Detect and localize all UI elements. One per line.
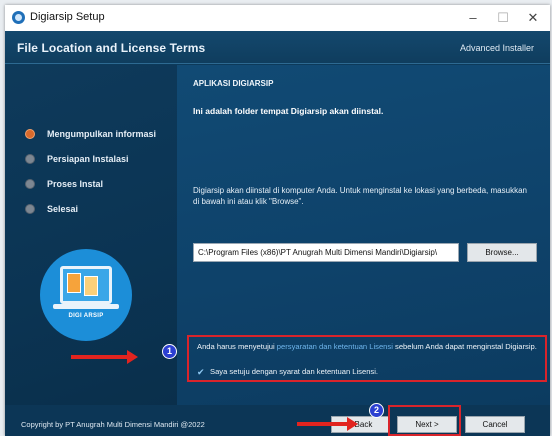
annotation-arrow-2-icon — [297, 417, 358, 431]
digiarsip-logo: DIGI ARSIP — [40, 249, 132, 341]
annotation-arrow-1-icon — [71, 350, 138, 364]
wizard-header: File Location and License Terms Advanced… — [5, 31, 550, 64]
agree-label[interactable]: Saya setuju dengan syarat dan ketentuan … — [210, 367, 378, 376]
document-icon — [67, 273, 81, 293]
cancel-button[interactable]: Cancel — [465, 416, 525, 433]
wizard-sidebar: Mengumpulkan informasi Persiapan Instala… — [5, 65, 177, 405]
copyright-text: Copyright by PT Anugrah Multi Dimensi Ma… — [21, 420, 205, 429]
step-label: Selesai — [47, 204, 79, 214]
step-label: Persiapan Instalasi — [47, 154, 129, 164]
wizard-main: APLIKASI DIGIARSIP Ini adalah folder tem… — [177, 65, 550, 405]
laptop-base-icon — [53, 304, 119, 309]
browse-button[interactable]: Browse... — [467, 243, 537, 262]
license-terms-link[interactable]: persyaratan dan ketentuan Lisensi — [277, 342, 393, 351]
section-subheading: Ini adalah folder tempat Digiarsip akan … — [193, 106, 384, 116]
page-title: File Location and License Terms — [17, 41, 206, 55]
step-dot-icon — [25, 154, 35, 164]
step-dot-icon — [25, 179, 35, 189]
wizard-footer: Copyright by PT Anugrah Multi Dimensi Ma… — [5, 405, 550, 436]
license-highlight-box: Anda harus menyetujui persyaratan dan ke… — [187, 335, 547, 382]
step-label: Proses Instal — [47, 179, 104, 189]
next-highlight-box — [388, 405, 461, 436]
logo-text: DIGI ARSIP — [68, 313, 104, 319]
license-notice: Anda harus menyetujui persyaratan dan ke… — [197, 342, 543, 352]
license-agree-row[interactable]: ✔ Saya setuju dengan syarat dan ketentuan… — [197, 367, 378, 377]
license-text-after: sebelum Anda dapat menginstal Digiarsip. — [392, 342, 537, 351]
title-bar: Digiarsip Setup – ☐ ✕ — [5, 5, 550, 31]
install-path-field[interactable]: C:\Program Files (x86)\PT Anugrah Multi … — [193, 243, 459, 262]
brand-label: Advanced Installer — [460, 43, 535, 53]
license-text-before: Anda harus menyetujui — [197, 342, 277, 351]
document-icon — [84, 276, 98, 296]
annotation-marker-2: 2 — [369, 403, 384, 418]
step-label: Mengumpulkan informasi — [47, 129, 157, 139]
close-button[interactable]: ✕ — [513, 5, 550, 31]
setup-window: Digiarsip Setup – ☐ ✕ File Location and … — [5, 5, 550, 436]
step-dot-icon — [25, 204, 35, 214]
install-description: Digiarsip akan diinstal di komputer Anda… — [193, 186, 527, 206]
section-heading: APLIKASI DIGIARSIP — [193, 79, 274, 88]
app-icon — [12, 11, 25, 24]
annotation-marker-1: 1 — [162, 344, 177, 359]
step-active-dot-icon — [25, 129, 35, 139]
agree-checkbox[interactable]: ✔ — [197, 368, 206, 377]
window-title: Digiarsip Setup — [30, 11, 105, 23]
